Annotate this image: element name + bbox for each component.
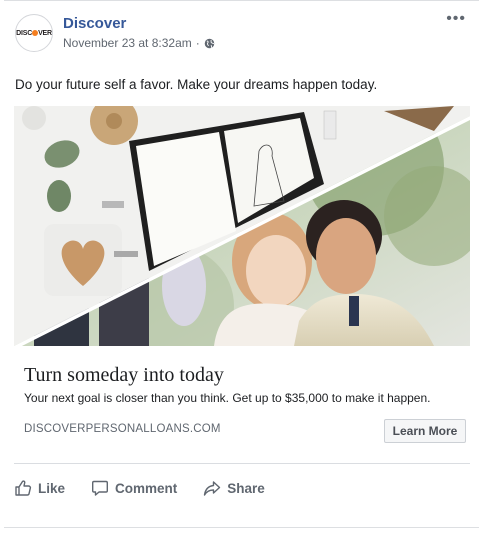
post-message: Do your future self a favor. Make your d… bbox=[15, 77, 378, 92]
ad-description: Your next goal is closer than you think.… bbox=[24, 391, 431, 405]
comment-label: Comment bbox=[115, 480, 178, 496]
page-avatar[interactable]: DISC VER bbox=[15, 14, 53, 52]
post-meta: November 23 at 8:32am · bbox=[63, 36, 215, 50]
discover-logo: DISC VER bbox=[16, 29, 52, 37]
post-header: DISC VER Discover November 23 at 8:32am ·… bbox=[15, 11, 470, 56]
share-icon bbox=[204, 481, 221, 496]
ad-photo-illustration bbox=[14, 106, 470, 346]
ad-headline[interactable]: Turn someday into today bbox=[24, 364, 224, 387]
learn-more-button[interactable]: Learn More bbox=[384, 419, 466, 443]
actions-divider bbox=[14, 463, 470, 464]
thumbs-up-icon bbox=[15, 480, 32, 496]
ad-image[interactable] bbox=[14, 106, 470, 346]
ad-link-card[interactable]: Turn someday into today Your next goal i… bbox=[14, 346, 470, 450]
globe-icon[interactable] bbox=[204, 38, 215, 49]
more-options-icon[interactable]: ••• bbox=[446, 11, 466, 27]
page-name-link[interactable]: Discover bbox=[63, 15, 126, 32]
like-label: Like bbox=[38, 480, 66, 496]
post-actions: Like Comment Share bbox=[14, 476, 265, 500]
comment-button[interactable]: Comment bbox=[91, 476, 177, 500]
top-border bbox=[4, 0, 479, 1]
share-button[interactable]: Share bbox=[203, 476, 265, 500]
post-timestamp[interactable]: November 23 at 8:32am bbox=[63, 36, 192, 50]
comment-icon bbox=[92, 480, 109, 496]
bottom-border bbox=[4, 527, 479, 528]
meta-separator: · bbox=[195, 36, 200, 50]
ad-domain: DISCOVERPERSONALLOANS.COM bbox=[24, 423, 221, 435]
share-label: Share bbox=[227, 480, 265, 496]
like-button[interactable]: Like bbox=[14, 476, 65, 500]
